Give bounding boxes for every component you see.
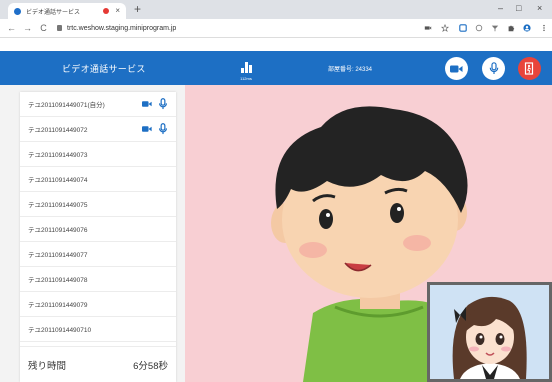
lock-icon xyxy=(57,25,62,31)
participant-row[interactable]: テユ2011091449073 xyxy=(20,142,176,167)
favicon-icon xyxy=(14,7,21,15)
extension-screen-icon[interactable] xyxy=(459,24,467,32)
recording-indicator-icon xyxy=(103,8,110,14)
url-field[interactable]: trtc.weshow.staging.miniprogram.jp xyxy=(67,25,176,32)
participant-row[interactable]: テユ2011091449072 xyxy=(20,117,176,142)
profile-avatar-icon[interactable] xyxy=(523,24,531,32)
participant-name: テユ2011091449077 xyxy=(28,252,88,259)
remaining-time-value: 6分58秒 xyxy=(133,360,168,372)
remaining-time: 残り時間 6分58秒 xyxy=(20,346,176,382)
participant-name: テユ2011091449078 xyxy=(28,277,88,284)
participant-name: テユ2011091449074 xyxy=(28,177,88,184)
network-signal-indicator: 112ms xyxy=(238,57,254,81)
self-video-preview[interactable] xyxy=(427,282,552,382)
video-camera-icon xyxy=(450,65,463,72)
signal-latency: 112ms xyxy=(240,76,252,81)
video-camera-icon xyxy=(142,101,152,107)
participant-status xyxy=(142,123,168,135)
browser-tab[interactable]: ビデオ通話サービス × xyxy=(8,3,126,19)
app-header: ビデオ通話サービス 112ms 部屋番号: 24334 xyxy=(0,51,552,85)
window-close-button[interactable]: × xyxy=(537,3,542,13)
participant-row[interactable]: テユ2011091449075 xyxy=(20,192,176,217)
back-button[interactable]: ← xyxy=(7,23,16,33)
minimize-button[interactable]: – xyxy=(498,3,503,13)
maximize-button[interactable]: □ xyxy=(516,3,521,13)
participant-list: テユ2011091449071(自分) テユ2011091449072 テユ20… xyxy=(20,92,176,382)
participant-name: テユ2011091449073 xyxy=(28,152,88,159)
participant-name: テユ2011091449075 xyxy=(28,202,88,209)
browser-menu-icon[interactable] xyxy=(540,24,548,32)
bookmark-star-icon[interactable] xyxy=(441,24,449,32)
mic-toggle-button[interactable] xyxy=(482,57,505,80)
address-bar: ← → C trtc.weshow.staging.miniprogram.jp xyxy=(0,19,552,38)
participant-row[interactable]: テユ2011091449078 xyxy=(20,267,176,292)
forward-button[interactable]: → xyxy=(23,23,32,33)
browser-tab-bar: ビデオ通話サービス × + – □ × xyxy=(0,0,552,19)
participant-name: テユ2011091449076 xyxy=(28,227,88,234)
signal-bar xyxy=(241,68,244,73)
participant-status xyxy=(142,98,168,110)
participant-row[interactable]: テユ2011091449079 xyxy=(20,292,176,317)
participant-row[interactable]: テユ2011091449077 xyxy=(20,242,176,267)
tab-title: ビデオ通話サービス xyxy=(26,9,81,16)
participant-row[interactable]: テユ20110914490710 xyxy=(20,317,176,342)
signal-bar xyxy=(249,65,252,73)
video-camera-icon xyxy=(142,126,152,132)
participant-name: テユ20110914490710 xyxy=(28,327,92,334)
self-participant-illustration xyxy=(430,285,549,379)
remaining-time-label: 残り時間 xyxy=(28,360,67,372)
extension-circle-icon[interactable] xyxy=(475,24,483,32)
reload-button[interactable]: C xyxy=(39,23,48,33)
exit-door-icon xyxy=(524,62,533,75)
app-title: ビデオ通話サービス xyxy=(62,64,146,74)
microphone-icon xyxy=(158,98,168,110)
extensions-puzzle-icon[interactable] xyxy=(507,24,515,32)
participant-row[interactable]: テユ2011091449071(自分) xyxy=(20,92,176,117)
camera-toggle-button[interactable] xyxy=(445,57,468,80)
exit-room-button[interactable] xyxy=(518,57,541,80)
signal-bar xyxy=(245,62,248,73)
participant-name: テユ2011091449079 xyxy=(28,302,88,309)
participant-name: テユ2011091449071(自分) xyxy=(28,102,105,109)
tab-close-icon[interactable]: × xyxy=(115,7,120,15)
microphone-icon xyxy=(158,123,168,135)
extension-filter-icon[interactable] xyxy=(491,24,499,32)
microphone-icon xyxy=(489,62,498,74)
participant-name: テユ2011091449072 xyxy=(28,127,88,134)
participant-row[interactable]: テユ2011091449074 xyxy=(20,167,176,192)
participant-row[interactable]: テユ2011091449076 xyxy=(20,217,176,242)
new-tab-button[interactable]: + xyxy=(134,3,141,15)
room-number: 部屋番号: 24334 xyxy=(328,67,373,73)
camera-permission-icon[interactable] xyxy=(424,24,432,32)
